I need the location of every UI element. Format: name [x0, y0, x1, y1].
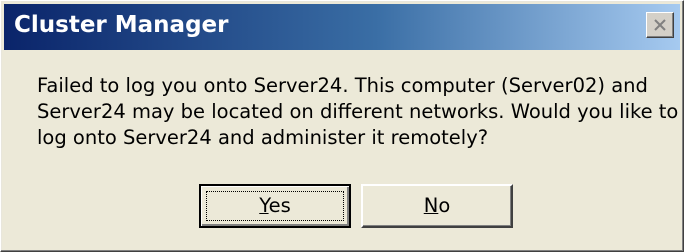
cluster-manager-dialog: Cluster Manager Failed to log you onto S… — [0, 0, 684, 252]
close-icon — [654, 19, 666, 31]
title-bar[interactable]: Cluster Manager — [4, 4, 680, 50]
no-button[interactable]: No — [361, 184, 513, 228]
message-line: Server24 may be located on different net… — [37, 100, 679, 123]
yes-label-rest: es — [268, 194, 291, 217]
no-label-rest: o — [438, 194, 451, 217]
message-text: Failed to log you onto Server24. This co… — [37, 73, 679, 151]
close-button[interactable] — [646, 12, 674, 38]
no-button-label: No — [424, 194, 451, 217]
message-line: log onto Server24 and administer it remo… — [37, 126, 489, 149]
window-title: Cluster Manager — [14, 12, 229, 38]
no-accelerator: N — [423, 194, 439, 217]
yes-accelerator: Y — [259, 194, 269, 217]
yes-button[interactable]: Yes — [199, 184, 351, 228]
yes-button-label: Yes — [259, 194, 291, 217]
message-line: Failed to log you onto Server24. This co… — [37, 74, 648, 97]
